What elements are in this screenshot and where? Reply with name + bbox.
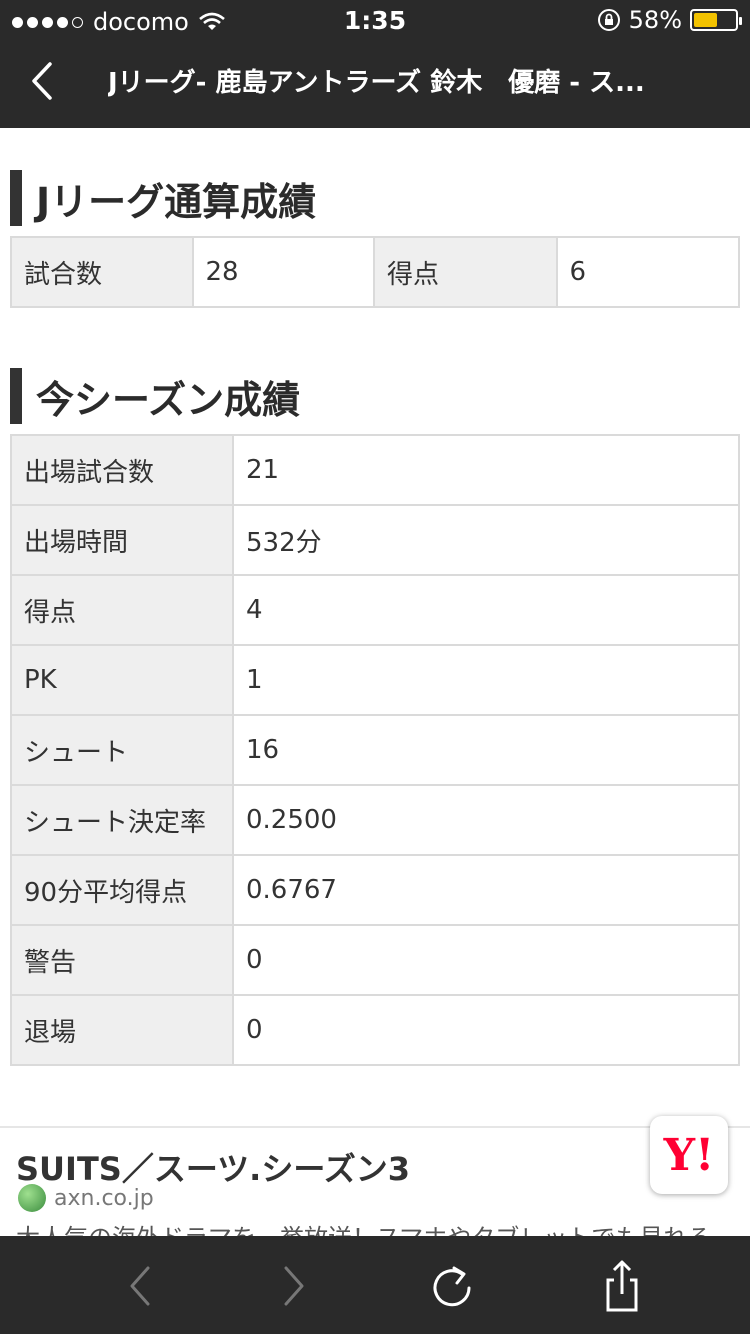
stat-value: 0.2500 bbox=[232, 784, 740, 856]
browser-toolbar bbox=[0, 1236, 750, 1334]
ad-description: 大人気の海外ドラマを一挙放送！スマホやタブレットでも見れる bbox=[16, 1218, 711, 1236]
stat-label: 得点 bbox=[10, 574, 234, 646]
globe-icon bbox=[18, 1184, 46, 1212]
heading-accent-bar bbox=[10, 170, 22, 226]
table-row: 90分平均得点 0.6767 bbox=[10, 854, 740, 926]
stat-label: シュート決定率 bbox=[10, 784, 234, 856]
page-title: Jリーグ- 鹿島アントラーズ 鈴木 優磨 - ス... bbox=[108, 68, 645, 98]
career-matches-value: 28 bbox=[191, 236, 376, 308]
ad-banner[interactable]: SUITS／スーツ.シーズン3 axn.co.jp 大人気の海外ドラマを一挙放送… bbox=[0, 1126, 750, 1236]
season-section-heading: 今シーズン成績 bbox=[10, 368, 300, 424]
stat-value: 0.6767 bbox=[232, 854, 740, 926]
career-goals-value: 6 bbox=[555, 236, 741, 308]
stat-label: シュート bbox=[10, 714, 234, 786]
yahoo-logo: Y! bbox=[663, 1129, 715, 1181]
career-stats-table: 試合数 28 得点 6 bbox=[10, 236, 741, 308]
stat-label: 退場 bbox=[10, 994, 234, 1066]
stat-label: PK bbox=[10, 644, 234, 716]
top-bar: docomo 1:35 58% Jリーグ- 鹿島アントラーズ 鈴木 優磨 - ス… bbox=[0, 0, 750, 128]
career-matches-label: 試合数 bbox=[10, 236, 194, 308]
stat-value: 1 bbox=[232, 644, 740, 716]
yahoo-badge-button[interactable]: Y! bbox=[650, 1116, 728, 1194]
career-heading-text: Jリーグ通算成績 bbox=[36, 179, 317, 224]
table-row: 出場試合数 21 bbox=[10, 434, 740, 506]
battery-level bbox=[694, 13, 718, 27]
stat-label: 出場時間 bbox=[10, 504, 234, 576]
table-row: 退場 0 bbox=[10, 994, 740, 1066]
stat-value: 4 bbox=[232, 574, 740, 646]
stat-value: 0 bbox=[232, 924, 740, 996]
career-goals-label: 得点 bbox=[373, 236, 558, 308]
table-row: 出場時間 532分 bbox=[10, 504, 740, 576]
share-icon[interactable] bbox=[594, 1258, 650, 1314]
table-row: 試合数 28 得点 6 bbox=[10, 236, 741, 308]
stat-label: 出場試合数 bbox=[10, 434, 234, 506]
stat-label: 警告 bbox=[10, 924, 234, 996]
table-row: 得点 4 bbox=[10, 574, 740, 646]
stat-value: 532分 bbox=[232, 504, 740, 576]
browser-forward-icon[interactable] bbox=[266, 1258, 322, 1314]
ad-domain: axn.co.jp bbox=[54, 1185, 154, 1211]
table-row: シュート 16 bbox=[10, 714, 740, 786]
table-row: PK 1 bbox=[10, 644, 740, 716]
browser-back-icon[interactable] bbox=[112, 1258, 168, 1314]
ad-domain-row: axn.co.jp bbox=[18, 1184, 154, 1212]
table-row: 警告 0 bbox=[10, 924, 740, 996]
season-stats-table: 出場試合数 21 出場時間 532分 得点 4 PK 1 シュート 16 シュート決定率 0… bbox=[10, 434, 740, 1066]
table-row: シュート決定率 0.2500 bbox=[10, 784, 740, 856]
status-bar: docomo 1:35 58% bbox=[0, 0, 750, 40]
stat-value: 21 bbox=[232, 434, 740, 506]
stat-label: 90分平均得点 bbox=[10, 854, 234, 926]
orientation-lock-icon bbox=[597, 9, 620, 31]
battery-percent: 58% bbox=[628, 6, 682, 34]
navigation-bar: Jリーグ- 鹿島アントラーズ 鈴木 優磨 - ス... bbox=[0, 40, 750, 128]
career-section-heading: Jリーグ通算成績 bbox=[10, 170, 316, 226]
heading-accent-bar bbox=[10, 368, 22, 424]
stat-value: 16 bbox=[232, 714, 740, 786]
stat-value: 0 bbox=[232, 994, 740, 1066]
back-chevron-icon[interactable] bbox=[18, 56, 68, 106]
season-heading-text: 今シーズン成績 bbox=[36, 377, 301, 422]
reload-icon[interactable] bbox=[424, 1258, 480, 1314]
battery-icon bbox=[690, 9, 742, 31]
